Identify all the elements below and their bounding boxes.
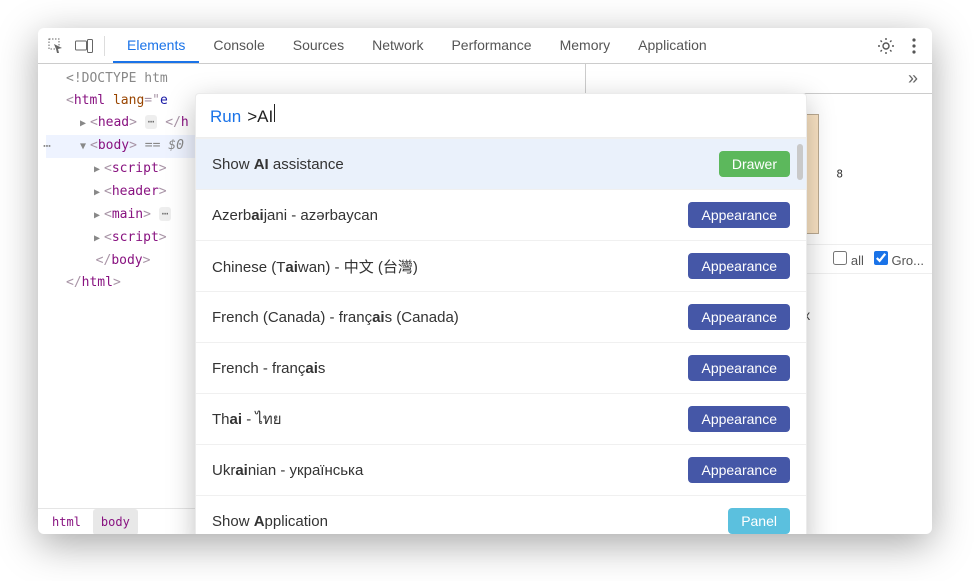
group-checkbox[interactable]: Gro... xyxy=(874,251,924,268)
tab-console[interactable]: Console xyxy=(199,28,278,63)
palette-item-label: Show Application xyxy=(212,513,328,530)
top-tabs: Elements Console Sources Network Perform… xyxy=(113,28,721,63)
command-palette-input[interactable]: Run >AI xyxy=(196,94,806,138)
palette-item-badge: Appearance xyxy=(688,253,790,279)
palette-query: >AI xyxy=(247,107,273,127)
tab-network[interactable]: Network xyxy=(358,28,437,63)
toolbar: Elements Console Sources Network Perform… xyxy=(38,28,932,64)
palette-item-label: Chinese (Taiwan) - 中文 (台灣) xyxy=(212,256,418,277)
palette-item[interactable]: Chinese (Taiwan) - 中文 (台灣) Appearance xyxy=(196,240,806,291)
settings-icon[interactable] xyxy=(874,34,898,58)
scrollbar-thumb[interactable] xyxy=(797,144,803,180)
kebab-menu-icon[interactable] xyxy=(902,34,926,58)
palette-item[interactable]: Show Application Panel xyxy=(196,495,806,534)
palette-item[interactable]: Thai - ไทย Appearance xyxy=(196,393,806,444)
devtools-window: Elements Console Sources Network Perform… xyxy=(38,28,932,534)
palette-item-label: French - français xyxy=(212,360,325,377)
show-all-checkbox[interactable]: all xyxy=(833,251,864,268)
palette-item[interactable]: Ukrainian - українська Appearance xyxy=(196,444,806,495)
more-tabs-icon[interactable]: » xyxy=(902,68,926,89)
palette-item[interactable]: French (Canada) - français (Canada) Appea… xyxy=(196,291,806,342)
device-toggle-icon[interactable] xyxy=(72,34,96,58)
text-caret xyxy=(274,104,275,122)
palette-item-badge: Appearance xyxy=(688,304,790,330)
palette-item[interactable]: French - français Appearance xyxy=(196,342,806,393)
separator xyxy=(104,36,105,56)
tab-sources[interactable]: Sources xyxy=(279,28,358,63)
dom-doctype: <!DOCTYPE htm xyxy=(46,68,585,90)
palette-item-label: Thai - ไทย xyxy=(212,407,282,431)
crumb-body[interactable]: body xyxy=(93,509,138,535)
tab-elements[interactable]: Elements xyxy=(113,28,199,63)
styles-subtabs: » xyxy=(586,64,932,94)
palette-item-label: French (Canada) - français (Canada) xyxy=(212,309,459,326)
run-prefix: Run xyxy=(210,107,241,127)
command-palette: Run >AI Show AI assistance Drawer Azerbaij… xyxy=(195,93,807,534)
palette-item-badge: Appearance xyxy=(688,202,790,228)
palette-item-badge: Appearance xyxy=(688,457,790,483)
palette-item-label: Ukrainian - українська xyxy=(212,462,363,479)
palette-item-badge: Appearance xyxy=(688,406,790,432)
palette-item-label: Azerbaijani - azərbaycan xyxy=(212,207,378,224)
tab-memory[interactable]: Memory xyxy=(546,28,625,63)
tab-performance[interactable]: Performance xyxy=(437,28,545,63)
tab-application[interactable]: Application xyxy=(624,28,721,63)
command-palette-list: Show AI assistance Drawer Azerbaijani - az… xyxy=(196,138,806,534)
palette-item-badge: Appearance xyxy=(688,355,790,381)
crumb-html[interactable]: html xyxy=(44,509,89,535)
inspect-icon[interactable] xyxy=(44,34,68,58)
palette-item[interactable]: Azerbaijani - azərbaycan Appearance xyxy=(196,189,806,240)
palette-item-label: Show AI assistance xyxy=(212,156,344,173)
palette-item[interactable]: Show AI assistance Drawer xyxy=(196,138,806,189)
palette-item-badge: Panel xyxy=(728,508,790,534)
palette-item-badge: Drawer xyxy=(719,151,790,177)
box-model-right: 8 xyxy=(836,168,843,181)
